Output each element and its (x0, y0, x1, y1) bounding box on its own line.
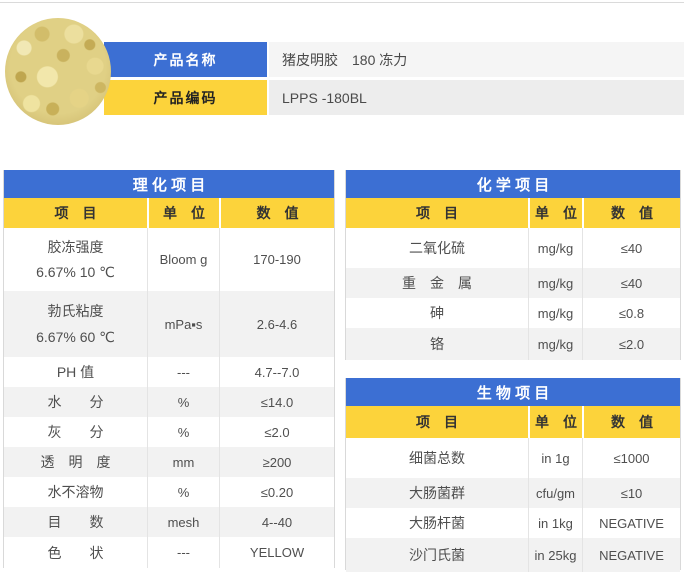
unit-cell: in 1kg (528, 508, 582, 538)
column-header-value: 数 值 (582, 198, 680, 228)
product-code-label: 产品编码 (104, 80, 267, 115)
item-cell: 灰 分 (4, 417, 147, 447)
item-cell: PH 值 (4, 357, 147, 387)
product-name-value: 猪皮明胶 180 冻力 (269, 42, 684, 77)
product-photo (5, 18, 111, 125)
unit-cell: --- (147, 357, 219, 387)
value-cell: 4--40 (219, 507, 334, 537)
item-cell: 铬 (346, 328, 528, 360)
value-cell: 2.6-4.6 (219, 291, 334, 357)
item-line2: 6.67% 60 ℃ (36, 330, 115, 344)
table-row: 砷 mg/kg ≤0.8 (346, 298, 680, 328)
value-cell: NEGATIVE (582, 538, 680, 572)
unit-cell: in 1g (528, 438, 582, 478)
table-row: 水不溶物 % ≤0.20 (4, 477, 334, 507)
physical-table-header: 项 目 单 位 数 值 (4, 198, 334, 228)
product-header: 产品名称 猪皮明胶 180 冻力 产品编码 LPPS -180BL (104, 42, 684, 118)
table-row: 大肠杆菌 in 1kg NEGATIVE (346, 508, 680, 538)
item-cell: 胶冻强度 6.67% 10 ℃ (4, 228, 147, 291)
item-cell: 沙门氏菌 (346, 538, 528, 572)
item-cell: 细菌总数 (346, 438, 528, 478)
unit-cell: --- (147, 537, 219, 568)
value-cell: ≤2.0 (219, 417, 334, 447)
column-header-item: 项 目 (346, 406, 528, 438)
unit-cell: mPa▪s (147, 291, 219, 357)
item-cell: 色 状 (4, 537, 147, 568)
unit-cell: mg/kg (528, 228, 582, 268)
value-cell: ≤40 (582, 268, 680, 298)
item-cell: 透 明 度 (4, 447, 147, 477)
chemical-table-title: 化 学 项 目 (346, 170, 680, 198)
table-row: 细菌总数 in 1g ≤1000 (346, 438, 680, 478)
value-cell: 170-190 (219, 228, 334, 291)
product-code-row: 产品编码 LPPS -180BL (104, 80, 684, 115)
column-header-unit: 单 位 (147, 198, 219, 228)
value-cell: ≤0.8 (582, 298, 680, 328)
unit-cell: % (147, 417, 219, 447)
physical-properties-table: 理 化 项 目 项 目 单 位 数 值 胶冻强度 6.67% 10 ℃ Bloo… (3, 170, 335, 568)
item-line2: 6.67% 10 ℃ (36, 265, 115, 279)
value-cell: ≥200 (219, 447, 334, 477)
value-cell: YELLOW (219, 537, 334, 568)
table-row: 灰 分 % ≤2.0 (4, 417, 334, 447)
top-divider (0, 2, 684, 3)
unit-cell: cfu/gm (528, 478, 582, 508)
item-cell: 二氧化硫 (346, 228, 528, 268)
table-row: 色 状 --- YELLOW (4, 537, 334, 568)
value-cell: ≤0.20 (219, 477, 334, 507)
item-cell: 重 金 属 (346, 268, 528, 298)
item-cell: 砷 (346, 298, 528, 328)
table-row: 铬 mg/kg ≤2.0 (346, 328, 680, 360)
item-line1: 胶冻强度 (48, 240, 104, 254)
table-row: 二氧化硫 mg/kg ≤40 (346, 228, 680, 268)
biological-table-header: 项 目 单 位 数 值 (346, 406, 680, 438)
value-cell: ≤40 (582, 228, 680, 268)
product-code-value: LPPS -180BL (269, 80, 684, 115)
column-header-item: 项 目 (4, 198, 147, 228)
unit-cell: mesh (147, 507, 219, 537)
unit-cell: mm (147, 447, 219, 477)
column-header-value: 数 值 (582, 406, 680, 438)
unit-cell: mg/kg (528, 328, 582, 360)
item-cell: 大肠杆菌 (346, 508, 528, 538)
table-row: 大肠菌群 cfu/gm ≤10 (346, 478, 680, 508)
column-header-value: 数 值 (219, 198, 334, 228)
physical-table-title: 理 化 项 目 (4, 170, 334, 198)
table-row: 透 明 度 mm ≥200 (4, 447, 334, 477)
unit-cell: in 25kg (528, 538, 582, 572)
product-name-label: 产品名称 (104, 42, 267, 77)
table-row: 胶冻强度 6.67% 10 ℃ Bloom g 170-190 (4, 228, 334, 291)
value-cell: 4.7--7.0 (219, 357, 334, 387)
item-cell: 勃氏粘度 6.67% 60 ℃ (4, 291, 147, 357)
value-cell: NEGATIVE (582, 508, 680, 538)
table-row: 勃氏粘度 6.67% 60 ℃ mPa▪s 2.6-4.6 (4, 291, 334, 357)
item-cell: 大肠菌群 (346, 478, 528, 508)
column-header-item: 项 目 (346, 198, 528, 228)
value-cell: ≤1000 (582, 438, 680, 478)
chemical-table-header: 项 目 单 位 数 值 (346, 198, 680, 228)
table-row: 目 数 mesh 4--40 (4, 507, 334, 537)
value-cell: ≤10 (582, 478, 680, 508)
table-row: 沙门氏菌 in 25kg NEGATIVE (346, 538, 680, 572)
column-header-unit: 单 位 (528, 406, 582, 438)
product-name-row: 产品名称 猪皮明胶 180 冻力 (104, 42, 684, 77)
item-cell: 水不溶物 (4, 477, 147, 507)
unit-cell: Bloom g (147, 228, 219, 291)
chemical-items-table: 化 学 项 目 项 目 单 位 数 值 二氧化硫 mg/kg ≤40 重 金 属… (345, 170, 681, 360)
value-cell: ≤14.0 (219, 387, 334, 417)
unit-cell: mg/kg (528, 268, 582, 298)
unit-cell: % (147, 387, 219, 417)
item-cell: 目 数 (4, 507, 147, 537)
table-row: PH 值 --- 4.7--7.0 (4, 357, 334, 387)
item-line1: 勃氏粘度 (48, 304, 104, 318)
unit-cell: % (147, 477, 219, 507)
table-row: 重 金 属 mg/kg ≤40 (346, 268, 680, 298)
biological-table-title: 生 物 项 目 (346, 378, 680, 406)
column-header-unit: 单 位 (528, 198, 582, 228)
value-cell: ≤2.0 (582, 328, 680, 360)
unit-cell: mg/kg (528, 298, 582, 328)
table-row: 水 分 % ≤14.0 (4, 387, 334, 417)
item-cell: 水 分 (4, 387, 147, 417)
biological-items-table: 生 物 项 目 项 目 单 位 数 值 细菌总数 in 1g ≤1000 大肠菌… (345, 378, 681, 570)
